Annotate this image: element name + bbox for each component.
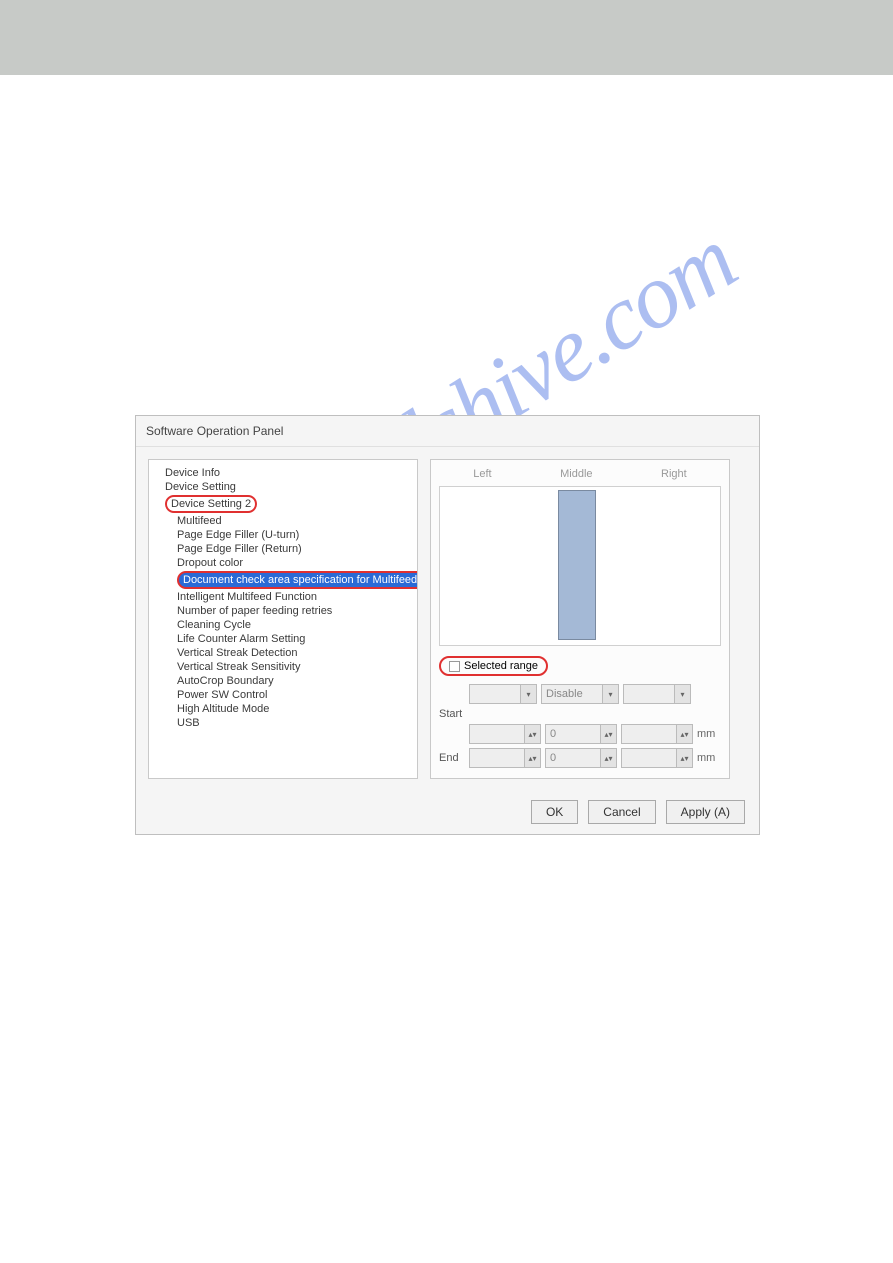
end-num-1[interactable]: ▴▾: [469, 748, 541, 768]
disable-row: ▾ Disable ▾ ▾: [439, 684, 721, 704]
chevron-down-icon: ▾: [674, 685, 690, 703]
tree-item-page-edge-return[interactable]: Page Edge Filler (Return): [153, 542, 413, 556]
end-num-2[interactable]: 0 ▴▾: [545, 748, 617, 768]
end-num-3[interactable]: ▴▾: [621, 748, 693, 768]
tree-item-power-sw-control[interactable]: Power SW Control: [153, 688, 413, 702]
tree-item-paper-feeding-retries[interactable]: Number of paper feeding retries: [153, 604, 413, 618]
chevron-down-icon: ▾: [602, 685, 618, 703]
tree-item-device-info[interactable]: Device Info: [153, 466, 413, 480]
button-bar: OK Cancel Apply (A): [531, 800, 745, 824]
dialog-body: Device Info Device Setting Device Settin…: [136, 447, 759, 791]
spinner-icon: ▴▾: [524, 725, 540, 743]
start-zero: 0: [546, 728, 556, 740]
cancel-button[interactable]: Cancel: [588, 800, 655, 824]
start-unit: mm: [697, 728, 715, 740]
column-headers: Left Middle Right: [439, 468, 721, 480]
spinner-icon: ▴▾: [600, 725, 616, 743]
selected-range-label: Selected range: [464, 660, 538, 672]
tree-item-device-setting-2[interactable]: Device Setting 2: [153, 494, 413, 514]
highlight-device-setting-2: Device Setting 2: [165, 495, 257, 513]
tree-item-intelligent-multifeed[interactable]: Intelligent Multifeed Function: [153, 590, 413, 604]
spinner-icon: ▴▾: [524, 749, 540, 767]
chevron-down-icon: ▾: [520, 685, 536, 703]
tree-item-cleaning-cycle[interactable]: Cleaning Cycle: [153, 618, 413, 632]
tree-item-usb[interactable]: USB: [153, 716, 413, 730]
col-middle: Middle: [560, 468, 592, 480]
tree-item-vertical-streak-sensitivity[interactable]: Vertical Streak Sensitivity: [153, 660, 413, 674]
document-preview: [439, 486, 721, 646]
tree-item-doc-check-area[interactable]: Document check area specification for Mu…: [153, 570, 413, 590]
highlight-selected-range: Selected range: [439, 656, 548, 676]
disable-text: Disable: [542, 688, 583, 700]
top-grey-bar: [0, 0, 893, 75]
start-label: Start: [439, 708, 465, 720]
end-row: End ▴▾ 0 ▴▾ ▴▾ mm: [439, 748, 721, 768]
spinner-icon: ▴▾: [676, 749, 692, 767]
combo-disable[interactable]: Disable ▾: [541, 684, 619, 704]
col-left: Left: [473, 468, 491, 480]
highlight-doc-check-area: Document check area specification for Mu…: [177, 571, 418, 589]
start-row: Start: [439, 708, 721, 720]
start-num-1[interactable]: ▴▾: [469, 724, 541, 744]
tree-item-device-setting[interactable]: Device Setting: [153, 480, 413, 494]
apply-button[interactable]: Apply (A): [666, 800, 745, 824]
end-label: End: [439, 752, 465, 764]
tree-item-multifeed[interactable]: Multifeed: [153, 514, 413, 528]
tree-item-page-edge-uturn[interactable]: Page Edge Filler (U-turn): [153, 528, 413, 542]
spinner-icon: ▴▾: [600, 749, 616, 767]
spinner-icon: ▴▾: [676, 725, 692, 743]
start-values: ▴▾ 0 ▴▾ ▴▾ mm: [439, 724, 721, 744]
selected-range-checkbox[interactable]: [449, 661, 460, 672]
tree-item-life-counter-alarm[interactable]: Life Counter Alarm Setting: [153, 632, 413, 646]
dialog-title: Software Operation Panel: [136, 416, 759, 447]
tree-item-vertical-streak-detection[interactable]: Vertical Streak Detection: [153, 646, 413, 660]
end-unit: mm: [697, 752, 715, 764]
start-num-3[interactable]: ▴▾: [621, 724, 693, 744]
software-operation-panel-dialog: Software Operation Panel Device Info Dev…: [135, 415, 760, 835]
tree-item-high-altitude[interactable]: High Altitude Mode: [153, 702, 413, 716]
ok-button[interactable]: OK: [531, 800, 578, 824]
settings-tree[interactable]: Device Info Device Setting Device Settin…: [148, 459, 418, 779]
combo-1[interactable]: ▾: [469, 684, 537, 704]
right-panel: Left Middle Right Selected range ▾ Disab…: [430, 459, 730, 779]
tree-item-autocrop-boundary[interactable]: AutoCrop Boundary: [153, 674, 413, 688]
end-zero: 0: [546, 752, 556, 764]
tree-item-dropout-color[interactable]: Dropout color: [153, 556, 413, 570]
selected-range-row: Selected range: [439, 656, 721, 676]
col-right: Right: [661, 468, 687, 480]
preview-rect: [558, 490, 596, 640]
start-num-2[interactable]: 0 ▴▾: [545, 724, 617, 744]
combo-2[interactable]: ▾: [623, 684, 691, 704]
